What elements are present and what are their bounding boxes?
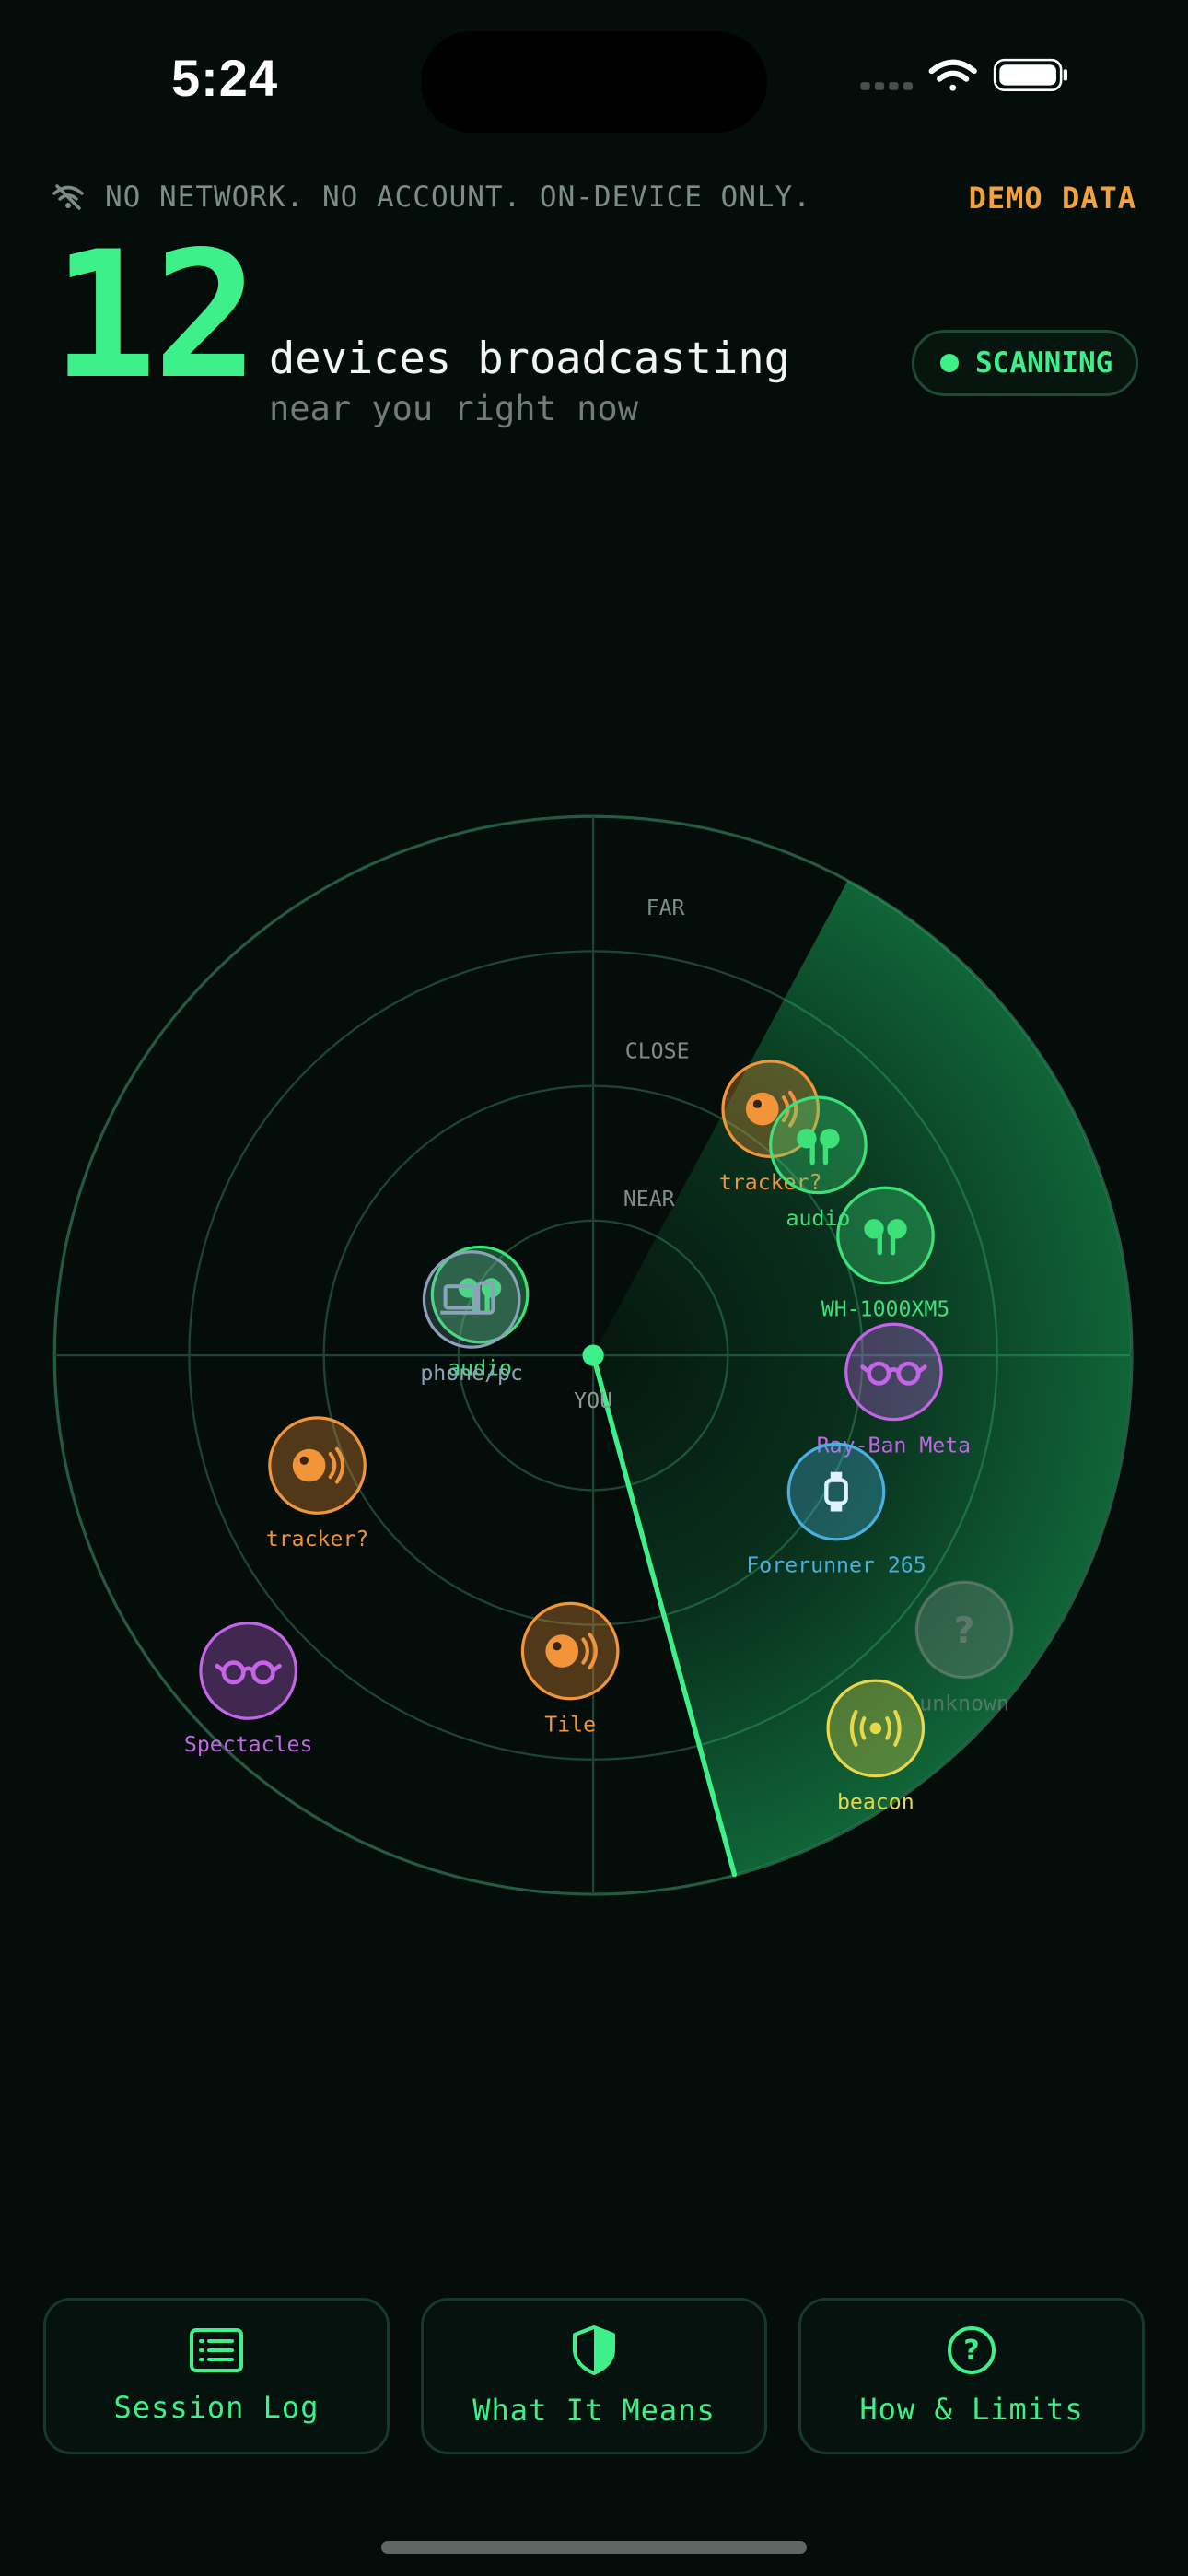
device-label: unknown (919, 1691, 1009, 1715)
device-circle (769, 1095, 868, 1195)
ring-label-near: NEAR (623, 1187, 675, 1212)
radar-device-tile[interactable]: Tile (520, 1601, 620, 1737)
radar-device-beacon[interactable]: beacon (826, 1679, 926, 1814)
how-limits-button[interactable]: ? How & Limits (798, 2298, 1145, 2454)
you-label: YOU (574, 1388, 612, 1413)
device-label: tracker? (266, 1527, 369, 1551)
ring-label-far: FAR (646, 896, 685, 920)
what-it-means-button[interactable]: What It Means (421, 2298, 767, 2454)
device-circle (786, 1442, 886, 1541)
radar-device-unknown[interactable]: ? unknown (914, 1580, 1014, 1715)
help-icon: ? (948, 2326, 996, 2374)
shield-icon (573, 2325, 615, 2375)
device-label: Spectacles (184, 1732, 313, 1757)
what-it-means-label: What It Means (472, 2393, 716, 2428)
how-limits-label: How & Limits (859, 2392, 1084, 2427)
question-icon: ? (954, 1610, 975, 1652)
device-circle (422, 1250, 521, 1349)
device-circle (844, 1322, 943, 1422)
list-icon (190, 2328, 243, 2372)
device-label: beacon (837, 1789, 914, 1814)
device-circle (199, 1622, 297, 1720)
svg-text:?: ? (963, 2335, 979, 2367)
device-label: Tile (544, 1712, 596, 1737)
device-label: WH-1000XM5 (821, 1296, 950, 1321)
session-log-label: Session Log (113, 2390, 320, 2425)
session-log-button[interactable]: Session Log (43, 2298, 390, 2454)
radar-device-tracker-2[interactable]: tracker? (266, 1416, 369, 1551)
svg-text:?: ? (954, 1610, 975, 1652)
device-circle (836, 1186, 935, 1285)
ring-label-close: CLOSE (625, 1038, 690, 1063)
radar-view: FAR CLOSE NEAR YOU tracker? audio WH-100… (52, 814, 1134, 1896)
device-label: Forerunner 265 (746, 1552, 926, 1577)
home-indicator[interactable] (381, 2541, 807, 2554)
radar-device-spectacles[interactable]: Spectacles (184, 1622, 313, 1757)
radar-device-phone-pc[interactable]: phone/pc (420, 1250, 523, 1386)
you-dot (582, 1344, 604, 1366)
device-label: phone/pc (420, 1361, 523, 1386)
